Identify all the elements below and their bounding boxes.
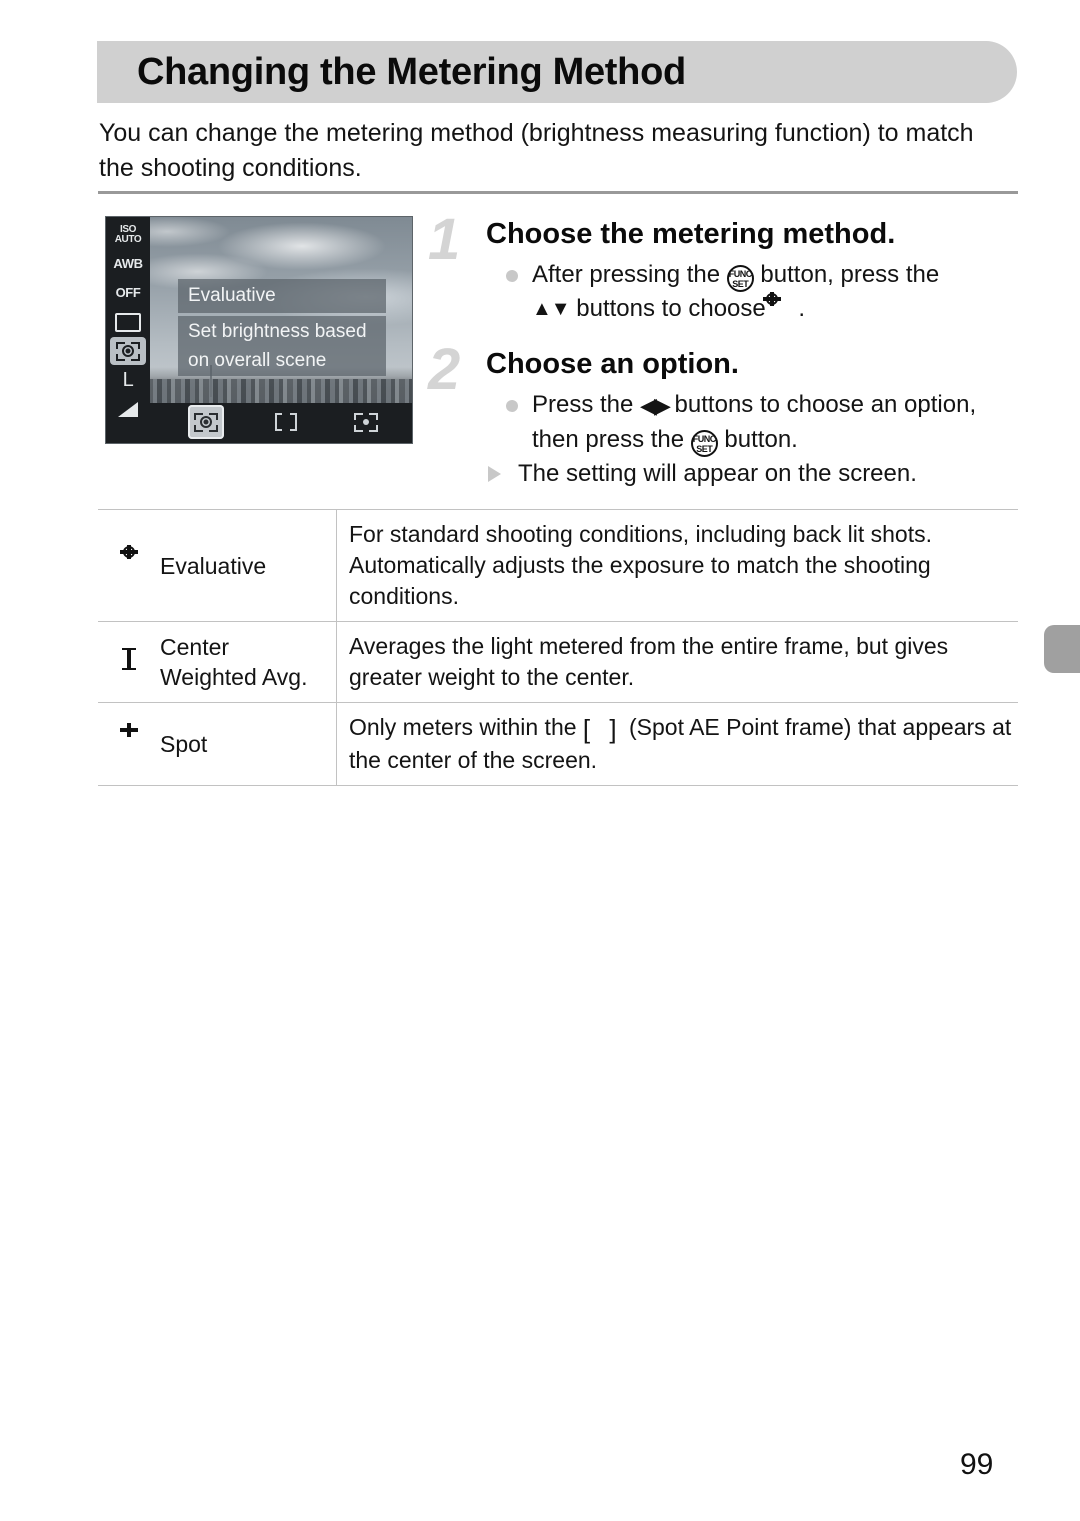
step-1-text-b: button, press the (753, 261, 940, 288)
drive-mode-icon-shape (115, 312, 141, 332)
step-1-text-d: . (798, 295, 806, 322)
step-2-text-d: button. (717, 426, 798, 453)
step-1-text-c: buttons to choose (569, 295, 773, 322)
metering-options-table: Evaluative For standard shooting conditi… (98, 509, 1018, 786)
step-2-text-c: then press the (532, 426, 691, 453)
func-set-icon-bottom: SET (696, 444, 713, 454)
step-2-result-text: The setting will appear on the screen. (518, 460, 917, 487)
metering-evaluative-icon (110, 337, 146, 365)
metering-spot-icon (354, 412, 378, 432)
bullet-dot-icon (506, 270, 518, 282)
lcd-osd-left-strip: ISO AUTO AWB OFF L (106, 217, 150, 443)
step-1-number: 1 (428, 207, 461, 272)
iso-auto-icon: ISO AUTO (110, 221, 146, 249)
step-2-result: The setting will appear on the screen. (488, 457, 1020, 491)
intro-paragraph: You can change the metering method (brig… (99, 119, 974, 182)
step-1: 1 Choose the metering method. After pres… (428, 207, 1020, 326)
step-1-text-a: After pressing the (532, 261, 727, 288)
metering-evaluative-icon (763, 292, 798, 320)
table-row: Center Weighted Avg. Averages the light … (98, 621, 1018, 703)
step-2-text-b: buttons to choose an option, (667, 391, 977, 418)
awb-icon-label: AWB (113, 256, 143, 271)
lcd-option-description-line2: on overall scene (188, 350, 327, 371)
camera-lcd-illustration: ISO AUTO AWB OFF L Evaluative Set bright… (105, 216, 413, 444)
flash-off-icon-label: OFF (115, 285, 141, 300)
lcd-option-evaluative[interactable] (188, 405, 224, 439)
step-2-bullet-1-cont: then press the FUNC. SET button. (504, 423, 1020, 457)
step-2: 2 Choose an option. Press the ◀▶ buttons… (428, 337, 1020, 491)
step-2-bullet-1: Press the ◀▶ buttons to choose an option… (504, 388, 1020, 423)
metering-center-weighted-icon (115, 648, 143, 671)
table-row: Evaluative For standard shooting conditi… (98, 509, 1018, 622)
table-row-description-pre: Only meters within the (349, 714, 583, 740)
steps-container: 1 Choose the metering method. After pres… (428, 207, 1020, 491)
drive-mode-icon (110, 308, 146, 336)
func-set-icon: FUNC. SET (726, 265, 755, 292)
lcd-option-description: Set brightness based on overall scene (178, 316, 386, 376)
table-row: Spot Only meters within the [ ] (Spot AE… (98, 702, 1018, 786)
image-size-large-icon-label: L (122, 369, 134, 391)
table-row-icon-cell (98, 702, 160, 786)
left-right-arrows-icon: ◀▶ (640, 393, 671, 418)
metering-center-weighted-icon (275, 413, 297, 431)
lcd-option-spot[interactable] (348, 405, 384, 439)
step-1-bullet-1-cont: ▲▼ buttons to choose . (504, 292, 1020, 326)
table-row-icon-cell (98, 621, 160, 703)
step-1-bullet-1: After pressing the FUNC. SET button, pres… (504, 258, 1020, 292)
func-set-icon: FUNC. SET (690, 430, 719, 457)
bullet-dot-icon (506, 400, 518, 412)
table-row-name: Center Weighted Avg. (160, 621, 337, 703)
table-row-description: For standard shooting conditions, includ… (336, 509, 1018, 622)
lcd-option-description-line1: Set brightness based (188, 321, 367, 342)
lcd-option-name: Evaluative (178, 279, 386, 313)
table-row-icon-cell (98, 509, 160, 622)
compression-fine-icon (110, 395, 146, 423)
page-number: 99 (960, 1448, 994, 1481)
lcd-option-row (166, 403, 406, 441)
compression-fine-icon-shape (118, 401, 138, 417)
table-row-name: Evaluative (160, 509, 337, 622)
iso-auto-icon-bottom: AUTO (114, 234, 142, 245)
func-set-icon-top: FUNC. (728, 269, 755, 279)
func-set-icon-top: FUNC. (692, 434, 719, 444)
step-2-heading: Choose an option. (486, 348, 739, 380)
metering-evaluative-icon (194, 412, 218, 432)
table-row-description: Averages the light metered from the enti… (336, 621, 1018, 703)
result-triangle-icon (488, 466, 501, 482)
metering-spot-icon (115, 723, 143, 753)
page-title: Changing the Metering Method (137, 51, 686, 93)
func-set-icon-bottom: SET (732, 279, 749, 289)
horizontal-rule (98, 191, 1018, 194)
up-down-arrows-icon: ▲▼ (532, 298, 571, 320)
step-2-text-a: Press the (532, 391, 641, 418)
table-row-description: Only meters within the [ ] (Spot AE Poin… (336, 702, 1018, 786)
step-2-number: 2 (428, 337, 461, 402)
flash-off-icon: OFF (110, 279, 146, 307)
metering-evaluative-icon (115, 544, 143, 575)
spot-ae-point-frame-icon: [ ] (582, 714, 623, 744)
step-1-heading: Choose the metering method. (486, 218, 896, 250)
chapter-edge-tab (1044, 625, 1080, 673)
awb-icon: AWB (110, 250, 146, 278)
table-row-name: Spot (160, 702, 337, 786)
image-size-large-icon: L (110, 366, 146, 394)
metering-evaluative-icon-shape (116, 341, 140, 361)
lcd-option-center-weighted[interactable] (268, 405, 304, 439)
